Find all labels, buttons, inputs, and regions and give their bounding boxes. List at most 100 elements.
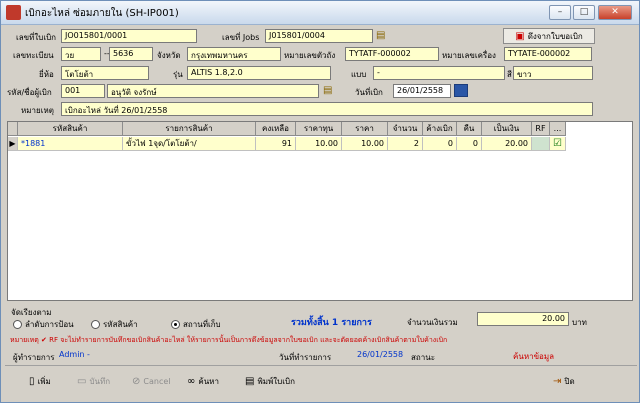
doc-no-field[interactable]: JO015801/0001 bbox=[61, 29, 197, 43]
cell-cost[interactable]: 10.00 bbox=[296, 137, 342, 151]
cancel-button[interactable]: ⊘ Cancel bbox=[132, 373, 171, 389]
brand-label: ยี่ห้อ bbox=[39, 70, 54, 79]
save-icon: ▭ bbox=[77, 375, 87, 387]
print-button[interactable]: ▤ พิมพ์ใบเบิก bbox=[245, 373, 295, 389]
close-button[interactable]: ⇥ ปิด bbox=[553, 373, 575, 389]
sort-option-code-label: รหัสสินค้า bbox=[103, 320, 138, 329]
cell-rf[interactable] bbox=[532, 137, 550, 151]
color-label: สี bbox=[507, 70, 512, 79]
close-window-button[interactable]: ✕ bbox=[598, 5, 632, 20]
col-header[interactable]: เป็นเงิน bbox=[482, 122, 532, 136]
maker-value: Admin - bbox=[59, 350, 90, 359]
total-amount-field: 20.00 bbox=[477, 312, 569, 326]
requester-label: รหัส/ชื่อผู้เบิก bbox=[7, 88, 52, 97]
type-label: แบบ bbox=[351, 70, 367, 79]
items-table: รหัสสินค้า รายการสินค้า คงเหลือ ราคาทุน … bbox=[7, 121, 633, 301]
cell-name[interactable]: ขั้วไฟ 1จุด/โตโยต้า/ bbox=[123, 137, 256, 151]
col-header[interactable]: จำนวน bbox=[388, 122, 423, 136]
reg-label: เลขทะเบียน bbox=[13, 51, 54, 60]
reg-no-field[interactable]: 5636 bbox=[109, 47, 153, 61]
row-marker[interactable]: ▶ bbox=[8, 137, 18, 151]
cell-pending[interactable]: 0 bbox=[423, 137, 457, 151]
engine-field[interactable]: TYTATE-000002 bbox=[504, 47, 592, 61]
note-label: หมายเหตุ bbox=[21, 106, 54, 115]
requester-code-field[interactable]: 001 bbox=[61, 84, 105, 98]
col-header[interactable]: คืน bbox=[457, 122, 482, 136]
model-field[interactable]: ALTIS 1.8,2.0 bbox=[187, 66, 331, 80]
sort-option-code[interactable]: รหัสสินค้า bbox=[91, 318, 138, 331]
chassis-label: หมายเลขตัวถัง bbox=[284, 51, 336, 60]
add-button-label: เพิ่ม bbox=[37, 376, 51, 386]
calendar-icon[interactable] bbox=[454, 84, 468, 97]
new-doc-icon: ▯ bbox=[29, 375, 35, 387]
lookup-requester-icon[interactable]: ▤ bbox=[323, 85, 335, 97]
status-label: สถานะ bbox=[411, 353, 435, 362]
maker-label: ผู้ทำรายการ bbox=[13, 353, 55, 362]
print-button-label: พิมพ์ใบเบิก bbox=[257, 376, 295, 386]
row-check-icon[interactable]: ☑ bbox=[550, 137, 566, 151]
binoculars-icon: ∞ bbox=[187, 375, 196, 387]
row-marker-header bbox=[8, 122, 18, 136]
cell-price[interactable]: 10.00 bbox=[342, 137, 388, 151]
col-header[interactable]: ราคาทุน bbox=[296, 122, 342, 136]
window-title: เบิกอะไหล่ ซ่อมภายใน (SH-IP001) bbox=[25, 8, 179, 19]
cancel-icon: ⊘ bbox=[132, 375, 141, 387]
sort-option-entry[interactable]: ลำดับการป้อน bbox=[13, 318, 74, 331]
main-window: เบิกอะไหล่ ซ่อมภายใน (SH-IP001) – □ ✕ เล… bbox=[0, 0, 640, 403]
minimize-button[interactable]: – bbox=[549, 5, 571, 20]
save-button-label: บันทึก bbox=[89, 376, 111, 386]
brand-field[interactable]: โตโยต้า bbox=[61, 66, 149, 80]
col-header[interactable]: รหัสสินค้า bbox=[18, 122, 123, 136]
engine-label: หมายเลขเครื่อง bbox=[442, 51, 496, 60]
radio-selected-icon bbox=[171, 320, 180, 329]
date-field[interactable]: 26/01/2558 bbox=[393, 84, 451, 98]
maximize-button[interactable]: □ bbox=[573, 5, 595, 20]
col-header[interactable]: ราคา bbox=[342, 122, 388, 136]
requester-name-field[interactable]: อนุวัติ จงรักษ์ bbox=[107, 84, 319, 98]
col-header[interactable]: รายการสินค้า bbox=[123, 122, 256, 136]
cell-balance[interactable]: 91 bbox=[256, 137, 296, 151]
date-label: วันที่เบิก bbox=[355, 88, 383, 97]
copy-from-request-button[interactable]: ▣ ดึงจากใบขอเบิก bbox=[503, 28, 595, 44]
cell-qty[interactable]: 2 bbox=[388, 137, 423, 151]
col-header[interactable]: ... bbox=[550, 122, 566, 136]
search-button[interactable]: ∞ ค้นหา bbox=[187, 373, 219, 389]
exit-icon: ⇥ bbox=[553, 375, 562, 387]
cell-returned[interactable]: 0 bbox=[457, 137, 482, 151]
status-value: ค้นหาข้อมูล bbox=[513, 352, 555, 361]
printer-icon: ▤ bbox=[245, 375, 255, 387]
copy-button-label: ดึงจากใบขอเบิก bbox=[527, 31, 583, 41]
col-header[interactable]: ค้างเบิก bbox=[423, 122, 457, 136]
save-button[interactable]: ▭ บันทึก bbox=[77, 373, 110, 389]
color-field[interactable]: ขาว bbox=[513, 66, 593, 80]
total-items-text: รวมทั้งสิ้น 1 รายการ bbox=[291, 318, 372, 328]
sort-option-entry-label: ลำดับการป้อน bbox=[25, 320, 74, 329]
title-bar: เบิกอะไหล่ ซ่อมภายใน (SH-IP001) – □ ✕ bbox=[1, 1, 639, 25]
add-button[interactable]: ▯ เพิ่ม bbox=[29, 373, 51, 389]
type-field[interactable]: - bbox=[373, 66, 505, 80]
model-label: รุ่น bbox=[173, 70, 183, 79]
cancel-button-label: Cancel bbox=[143, 376, 171, 386]
jobs-field[interactable]: J015801/0004 bbox=[265, 29, 373, 43]
chassis-field[interactable]: TYTATF-000002 bbox=[345, 47, 439, 61]
lookup-jobs-icon[interactable]: ▤ bbox=[376, 30, 388, 42]
province-field[interactable]: กรุงเทพมหานคร bbox=[187, 47, 281, 61]
currency-unit: บาท bbox=[572, 318, 587, 327]
col-header[interactable]: RF bbox=[532, 122, 550, 136]
province-label: จังหวัด bbox=[157, 51, 181, 60]
col-header[interactable]: คงเหลือ bbox=[256, 122, 296, 136]
sort-option-location-label: สถานที่เก็บ bbox=[183, 320, 221, 329]
cell-amount[interactable]: 20.00 bbox=[482, 137, 532, 151]
sort-option-location[interactable]: สถานที่เก็บ bbox=[171, 318, 221, 331]
doc-no-label: เลขที่ใบเบิก bbox=[16, 33, 57, 42]
cell-code[interactable]: *1881 bbox=[18, 137, 123, 151]
reg-prefix-field[interactable]: วย bbox=[61, 47, 101, 61]
radio-icon bbox=[91, 320, 100, 329]
jobs-label: เลขที่ Jobs bbox=[222, 33, 260, 42]
note-field[interactable]: เบิกอะไหล่ วันที่ 26/01/2558 bbox=[61, 102, 593, 116]
search-button-label: ค้นหา bbox=[198, 376, 219, 386]
total-amount-label: จำนวนเงินรวม bbox=[407, 318, 458, 327]
separator bbox=[5, 365, 637, 366]
txdate-value: 26/01/2558 bbox=[357, 350, 404, 359]
copy-icon: ▣ bbox=[515, 30, 525, 42]
